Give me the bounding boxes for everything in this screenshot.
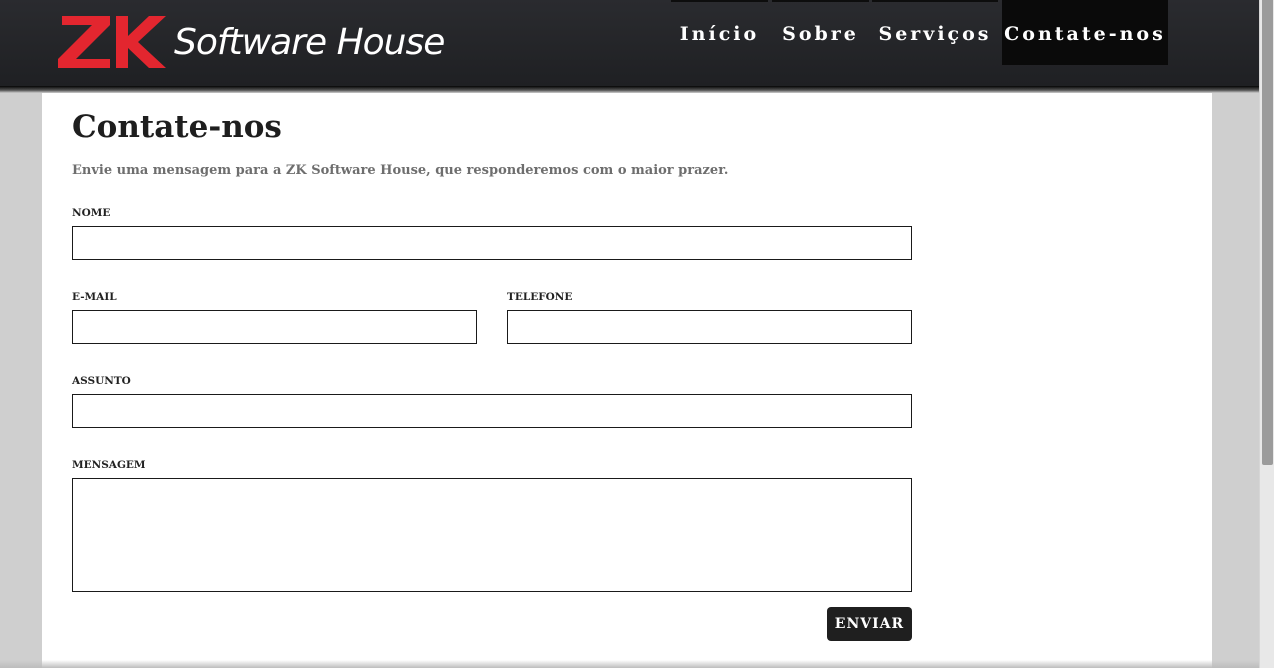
main-nav: Início Sobre Serviços Contate-nos <box>671 0 1168 65</box>
bottom-shadow <box>0 660 1259 668</box>
scrollbar-thumb[interactable] <box>1262 0 1273 465</box>
zk-logo-mark <box>58 16 166 68</box>
logo-text: Software House <box>174 21 445 63</box>
nav-item-inicio[interactable]: Início <box>671 0 768 65</box>
site-header: Software House Início Sobre Serviços Con… <box>0 0 1259 86</box>
vertical-scrollbar[interactable] <box>1259 0 1274 668</box>
name-input[interactable] <box>72 226 912 260</box>
intro-text: Envie uma mensagem para a ZK Software Ho… <box>72 163 729 178</box>
submit-button[interactable]: ENVIAR <box>827 607 912 641</box>
subject-input[interactable] <box>72 394 912 428</box>
nav-item-servicos[interactable]: Serviços <box>872 0 998 65</box>
message-textarea[interactable] <box>72 478 912 592</box>
name-label: NOME <box>72 207 111 219</box>
site-logo[interactable]: Software House <box>58 14 445 70</box>
email-input[interactable] <box>72 310 477 344</box>
message-label: MENSAGEM <box>72 459 146 471</box>
phone-input[interactable] <box>507 310 912 344</box>
header-shadow <box>0 86 1259 93</box>
nav-item-sobre[interactable]: Sobre <box>772 0 869 65</box>
content-panel: Contate-nos Envie uma mensagem para a ZK… <box>42 93 1212 668</box>
phone-label: TELEFONE <box>507 291 573 303</box>
email-label: E-MAIL <box>72 291 117 303</box>
page-title: Contate-nos <box>72 109 282 145</box>
nav-item-contate-nos[interactable]: Contate-nos <box>1002 0 1168 65</box>
subject-label: ASSUNTO <box>72 375 131 387</box>
